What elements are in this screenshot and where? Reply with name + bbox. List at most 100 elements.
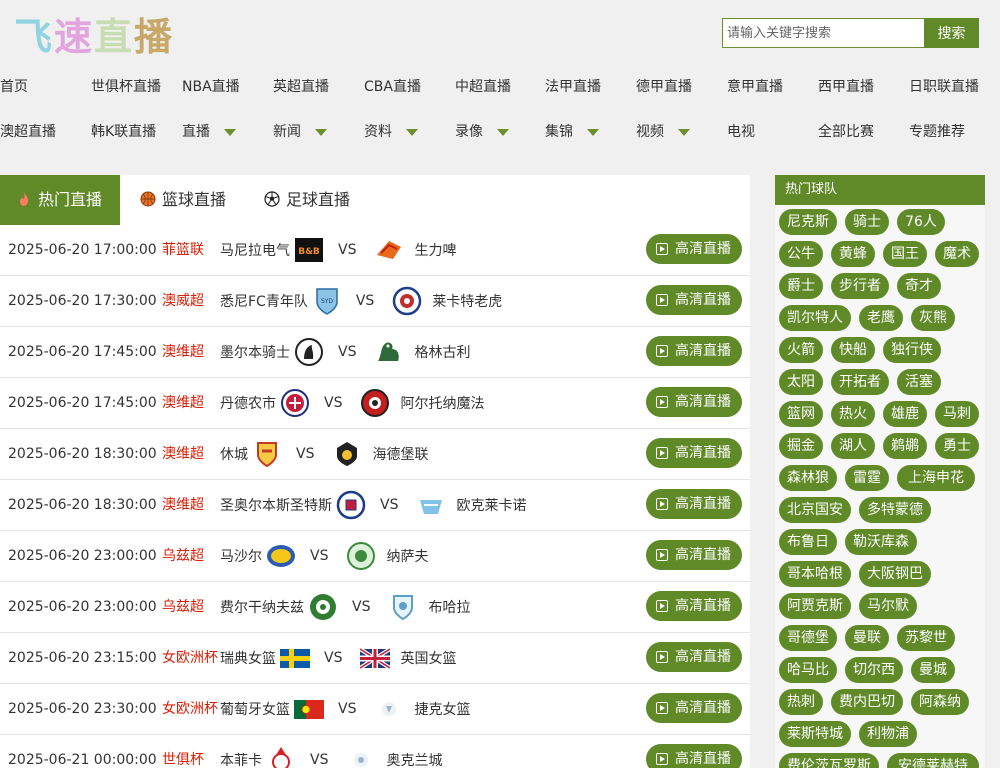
home-team[interactable]: 本菲卡 [220, 750, 262, 768]
team-tag[interactable]: 北京国安 [779, 497, 851, 523]
away-team[interactable]: 格林古利 [414, 342, 470, 362]
team-tag[interactable]: 黄蜂 [831, 241, 875, 267]
nav-bundesliga-live[interactable]: 德甲直播 [636, 72, 692, 102]
nav-club-world-cup-live[interactable]: 世俱杯直播 [91, 72, 161, 102]
match-league[interactable]: 乌兹超 [162, 531, 204, 581]
team-tag[interactable]: 上海申花 [897, 465, 975, 491]
home-team[interactable]: 悉尼FC青年队 [220, 291, 308, 311]
nav-news-dropdown[interactable]: 新闻 [273, 117, 327, 147]
team-tag[interactable]: 安德莱赫特 [887, 753, 979, 768]
away-team[interactable]: 捷克女篮 [414, 699, 470, 719]
nav-topics[interactable]: 专题推荐 [909, 117, 965, 147]
team-tag[interactable]: 活塞 [897, 369, 941, 395]
team-tag[interactable]: 雷霆 [845, 465, 889, 491]
team-tag[interactable]: 曼城 [911, 657, 955, 683]
home-team[interactable]: 马尼拉电气 [220, 240, 290, 260]
team-tag[interactable]: 尼克斯 [779, 209, 837, 235]
away-team[interactable]: 生力啤 [414, 240, 456, 260]
team-tag[interactable]: 湖人 [831, 433, 875, 459]
team-tag[interactable]: 步行者 [831, 273, 889, 299]
team-tag[interactable]: 马刺 [935, 401, 979, 427]
team-tag[interactable]: 太阳 [779, 369, 823, 395]
team-tag[interactable]: 阿森纳 [911, 689, 969, 715]
team-tag[interactable]: 独行侠 [883, 337, 941, 363]
team-tag[interactable]: 切尔西 [845, 657, 903, 683]
nav-all-matches[interactable]: 全部比赛 [818, 117, 874, 147]
away-team[interactable]: 纳萨夫 [386, 546, 428, 566]
match-league[interactable]: 女欧洲杯 [162, 633, 218, 683]
nav-k-league-live[interactable]: 韩K联直播 [91, 117, 156, 147]
team-tag[interactable]: 热火 [831, 401, 875, 427]
match-league[interactable]: 女欧洲杯 [162, 684, 218, 734]
home-team[interactable]: 葡萄牙女篮 [220, 699, 290, 719]
nav-live-dropdown[interactable]: 直播 [182, 117, 236, 147]
match-league[interactable]: 世俱杯 [162, 735, 204, 768]
home-team[interactable]: 费尔干纳夫兹 [220, 597, 304, 617]
team-tag[interactable]: 曼联 [845, 625, 889, 651]
nav-video-dropdown[interactable]: 视频 [636, 117, 690, 147]
search-input[interactable] [722, 18, 924, 48]
home-team[interactable]: 丹德农市 [220, 393, 276, 413]
nav-tv[interactable]: 电视 [727, 117, 755, 147]
team-tag[interactable]: 火箭 [779, 337, 823, 363]
nav-cba-live[interactable]: CBA直播 [364, 72, 421, 102]
match-league[interactable]: 乌兹超 [162, 582, 204, 632]
nav-ligue1-live[interactable]: 法甲直播 [545, 72, 601, 102]
match-league[interactable]: 澳维超 [162, 327, 204, 377]
team-tag[interactable]: 多特蒙德 [859, 497, 931, 523]
nav-serie-a-live[interactable]: 意甲直播 [727, 72, 783, 102]
team-tag[interactable]: 雄鹿 [883, 401, 927, 427]
team-tag[interactable]: 魔术 [935, 241, 979, 267]
nav-nba-live[interactable]: NBA直播 [182, 72, 240, 102]
nav-csl-live[interactable]: 中超直播 [455, 72, 511, 102]
team-tag[interactable]: 莱斯特城 [779, 721, 851, 747]
team-tag[interactable]: 大阪钢巴 [859, 561, 931, 587]
hd-live-button[interactable]: 高清直播 [646, 744, 742, 768]
site-logo[interactable]: 飞 速 直 播 [14, 12, 174, 62]
home-team[interactable]: 休城 [220, 444, 248, 464]
tab-hot-live[interactable]: 热门直播 [0, 175, 120, 225]
team-tag[interactable]: 灰熊 [911, 305, 955, 331]
match-league[interactable]: 菲篮联 [162, 225, 204, 275]
team-tag[interactable]: 哈马比 [779, 657, 837, 683]
away-team[interactable]: 欧克莱卡诺 [456, 495, 526, 515]
nav-data-dropdown[interactable]: 资料 [364, 117, 418, 147]
team-tag[interactable]: 费伦茨瓦罗斯 [779, 753, 879, 768]
home-team[interactable]: 圣奥尔本斯圣特斯 [220, 495, 332, 515]
nav-replay-dropdown[interactable]: 录像 [455, 117, 509, 147]
team-tag[interactable]: 篮网 [779, 401, 823, 427]
team-tag[interactable]: 马尔默 [859, 593, 917, 619]
match-league[interactable]: 澳维超 [162, 378, 204, 428]
hd-live-button[interactable]: 高清直播 [646, 234, 742, 264]
team-tag[interactable]: 老鹰 [859, 305, 903, 331]
hd-live-button[interactable]: 高清直播 [646, 285, 742, 315]
hd-live-button[interactable]: 高清直播 [646, 540, 742, 570]
team-tag[interactable]: 哥德堡 [779, 625, 837, 651]
team-tag[interactable]: 阿贾克斯 [779, 593, 851, 619]
team-tag[interactable]: 开拓者 [831, 369, 889, 395]
hd-live-button[interactable]: 高清直播 [646, 387, 742, 417]
team-tag[interactable]: 76人 [897, 209, 945, 235]
team-tag[interactable]: 勇士 [935, 433, 979, 459]
team-tag[interactable]: 布鲁日 [779, 529, 837, 555]
team-tag[interactable]: 骑士 [845, 209, 889, 235]
team-tag[interactable]: 国王 [883, 241, 927, 267]
team-tag[interactable]: 公牛 [779, 241, 823, 267]
nav-j-league-live[interactable]: 日职联直播 [909, 72, 979, 102]
home-team[interactable]: 墨尔本骑士 [220, 342, 290, 362]
search-button[interactable]: 搜索 [924, 18, 979, 48]
away-team[interactable]: 阿尔托纳魔法 [400, 393, 484, 413]
hd-live-button[interactable]: 高清直播 [646, 489, 742, 519]
team-tag[interactable]: 快船 [831, 337, 875, 363]
team-tag[interactable]: 掘金 [779, 433, 823, 459]
nav-laliga-live[interactable]: 西甲直播 [818, 72, 874, 102]
away-team[interactable]: 莱卡特老虎 [432, 291, 502, 311]
team-tag[interactable]: 利物浦 [859, 721, 917, 747]
team-tag[interactable]: 奇才 [897, 273, 941, 299]
team-tag[interactable]: 热刺 [779, 689, 823, 715]
team-tag[interactable]: 森林狼 [779, 465, 837, 491]
team-tag[interactable]: 勒沃库森 [845, 529, 917, 555]
hd-live-button[interactable]: 高清直播 [646, 642, 742, 672]
team-tag[interactable]: 鹈鹕 [883, 433, 927, 459]
hd-live-button[interactable]: 高清直播 [646, 693, 742, 723]
